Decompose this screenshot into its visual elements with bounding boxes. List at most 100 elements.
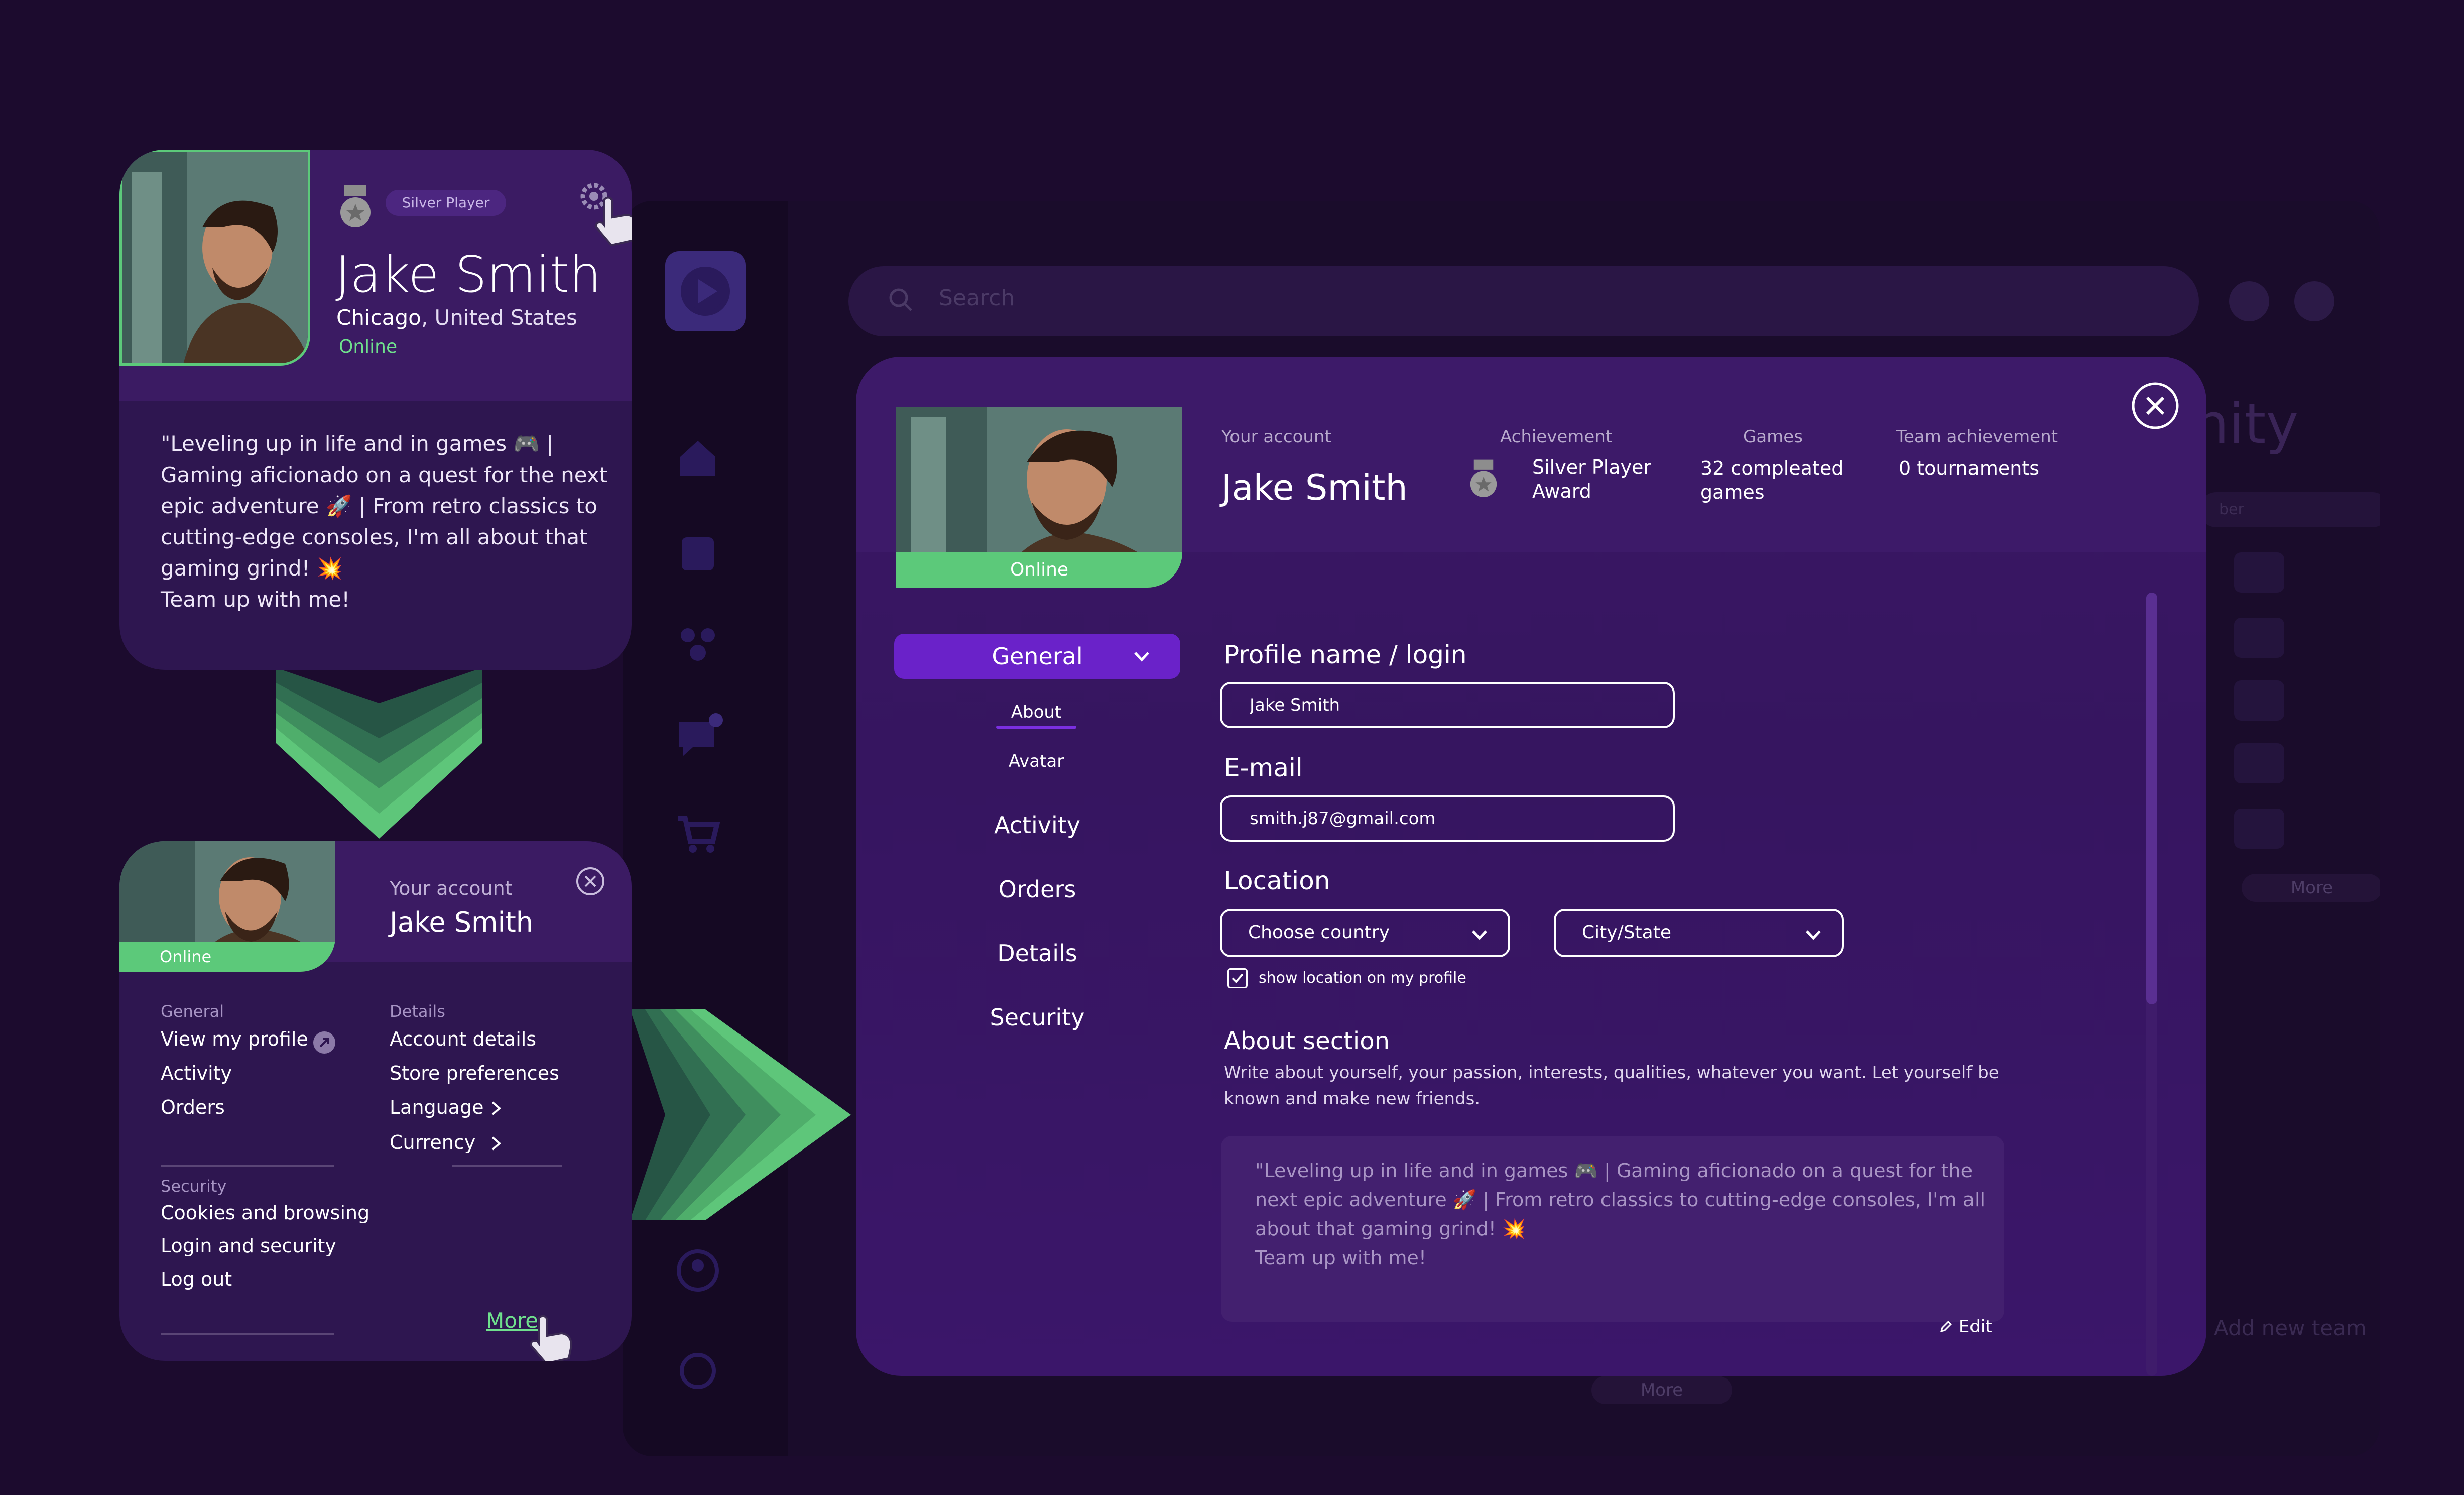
- modal-profile-photo: Online: [896, 407, 1182, 588]
- account-settings-modal: Online Your account Jake Smith Achieveme…: [856, 357, 2206, 1376]
- badge-label: Silver Player: [386, 190, 506, 216]
- about-text-line: "Leveling up in life and in games 🎮 | Ga…: [1255, 1160, 1973, 1182]
- menu-log-out[interactable]: Log out: [161, 1268, 232, 1290]
- edit-button-label: Edit: [1958, 1317, 1992, 1337]
- description-line: Write about yourself, your passion, inte…: [1224, 1063, 1999, 1083]
- settings-icon[interactable]: [2229, 281, 2269, 321]
- bio-line: cutting-edge consoles, I'm all about tha…: [161, 525, 588, 549]
- country-select-value: Choose country: [1248, 922, 1390, 943]
- account-label: Your account: [1221, 427, 1331, 447]
- menu-details-heading: Details: [390, 1002, 445, 1021]
- checkmark-icon: [1231, 973, 1244, 983]
- background-add-team: Add new team: [2214, 1316, 2367, 1340]
- achievement-label: Achievement: [1500, 427, 1613, 447]
- menu-orders[interactable]: Orders: [161, 1096, 225, 1118]
- hand-cursor-icon: [586, 190, 632, 250]
- app-sidebar-rail: [623, 201, 788, 1456]
- games-value-line: 32 compleated: [1700, 457, 1844, 479]
- background-row-icon: [2234, 809, 2284, 849]
- cart-icon[interactable]: [673, 809, 723, 859]
- about-section-description: Write about yourself, your passion, inte…: [1224, 1060, 1999, 1112]
- nav-general-dropdown[interactable]: General: [894, 634, 1180, 679]
- account-name: Jake Smith: [390, 906, 534, 938]
- edit-button[interactable]: Edit: [1938, 1317, 1992, 1337]
- background-row-icon: [2234, 680, 2284, 721]
- menu-currency[interactable]: Currency: [390, 1131, 475, 1154]
- background-heading-fragment: nity: [2194, 392, 2299, 456]
- email-input[interactable]: [1220, 795, 1675, 842]
- nav-activity[interactable]: Activity: [894, 812, 1180, 839]
- power-icon[interactable]: [673, 1346, 723, 1396]
- chevron-down-icon: [1802, 923, 1825, 946]
- nav-sub-avatar[interactable]: Avatar: [986, 751, 1086, 771]
- profile-name: Jake Smith: [335, 245, 601, 304]
- app-logo[interactable]: [665, 251, 746, 331]
- store-icon[interactable]: [673, 527, 723, 578]
- location-label: Location: [1224, 866, 1330, 895]
- menu-cookies[interactable]: Cookies and browsing: [161, 1202, 369, 1224]
- modal-scrollbar[interactable]: [2146, 593, 2157, 1376]
- country-select[interactable]: Choose country: [1220, 909, 1510, 957]
- city-select[interactable]: City/State: [1554, 909, 1844, 957]
- profile-name-label: Profile name / login: [1224, 640, 1467, 669]
- show-location-checkbox[interactable]: [1227, 968, 1248, 988]
- help-icon[interactable]: [2294, 281, 2334, 321]
- bio-line: gaming grind! 💥: [161, 556, 343, 581]
- home-icon[interactable]: [673, 432, 723, 482]
- email-label: E-mail: [1224, 753, 1303, 782]
- bio-line: epic adventure 🚀 | From retro classics t…: [161, 494, 597, 518]
- online-status-bar: Online: [119, 942, 335, 972]
- background-search-field: ber: [2199, 492, 2380, 527]
- bio-line: Team up with me!: [161, 587, 350, 612]
- about-text: "Leveling up in life and in games 🎮 | Ga…: [1255, 1156, 1985, 1273]
- medal-icon: [335, 185, 376, 230]
- background-row-icon: [2234, 552, 2284, 593]
- menu-divider: [161, 1165, 334, 1167]
- profile-summary-card: Silver Player Jake Smith Chicago, United…: [119, 150, 632, 670]
- chevron-right-icon: [488, 1133, 504, 1156]
- search-placeholder: Search: [939, 285, 1015, 311]
- profile-city: Chicago: [336, 305, 421, 330]
- achievement-value-line: Silver Player: [1532, 456, 1652, 478]
- close-icon[interactable]: [2131, 382, 2179, 430]
- hand-cursor-icon: [521, 1308, 581, 1361]
- online-status: Online: [339, 336, 398, 357]
- menu-store-preferences[interactable]: Store preferences: [390, 1062, 559, 1084]
- background-bottom-more: More: [1591, 1376, 1732, 1404]
- nav-details[interactable]: Details: [894, 940, 1180, 967]
- chevron-right-decoration: [630, 1009, 851, 1220]
- background-row-icon: [2234, 618, 2284, 658]
- profile-name-input[interactable]: [1220, 682, 1675, 728]
- app-search-bar[interactable]: Search: [848, 266, 2199, 336]
- external-link-icon[interactable]: [313, 1031, 336, 1056]
- background-row-icon: [2234, 743, 2284, 783]
- profile-photo: [119, 150, 310, 366]
- chevron-right-icon: [488, 1098, 504, 1120]
- about-section-heading: About section: [1224, 1027, 1390, 1055]
- nav-orders[interactable]: Orders: [894, 876, 1180, 903]
- about-text-line: about that gaming grind! 💥: [1255, 1218, 1526, 1240]
- user-icon[interactable]: [673, 1245, 723, 1296]
- nav-security[interactable]: Security: [894, 1004, 1180, 1031]
- games-value: 32 compleated games: [1700, 456, 1843, 504]
- nav-sub-about[interactable]: About: [986, 702, 1086, 722]
- menu-security-heading: Security: [161, 1177, 227, 1196]
- city-select-value: City/State: [1582, 922, 1671, 943]
- about-textarea[interactable]: "Leveling up in life and in games 🎮 | Ga…: [1221, 1136, 2004, 1322]
- menu-activity[interactable]: Activity: [161, 1062, 232, 1084]
- menu-account-details[interactable]: Account details: [390, 1028, 536, 1050]
- chat-icon[interactable]: [673, 713, 723, 763]
- menu-login-security[interactable]: Login and security: [161, 1235, 336, 1257]
- active-tab-indicator: [996, 726, 1076, 729]
- games-value-line: games: [1700, 481, 1765, 503]
- description-line: known and make new friends.: [1224, 1089, 1481, 1109]
- achievement-value: Silver Player Award: [1532, 455, 1651, 503]
- close-icon[interactable]: [575, 866, 605, 896]
- menu-language[interactable]: Language: [390, 1096, 484, 1118]
- menu-view-profile[interactable]: View my profile: [161, 1028, 308, 1050]
- team-achievement-label: Team achievement: [1896, 427, 2058, 447]
- scrollbar-thumb[interactable]: [2146, 593, 2157, 1004]
- community-icon[interactable]: [673, 618, 723, 668]
- account-menu-card: Online Your account Jake Smith General V…: [119, 841, 632, 1361]
- chevron-down-icon: [1468, 923, 1491, 946]
